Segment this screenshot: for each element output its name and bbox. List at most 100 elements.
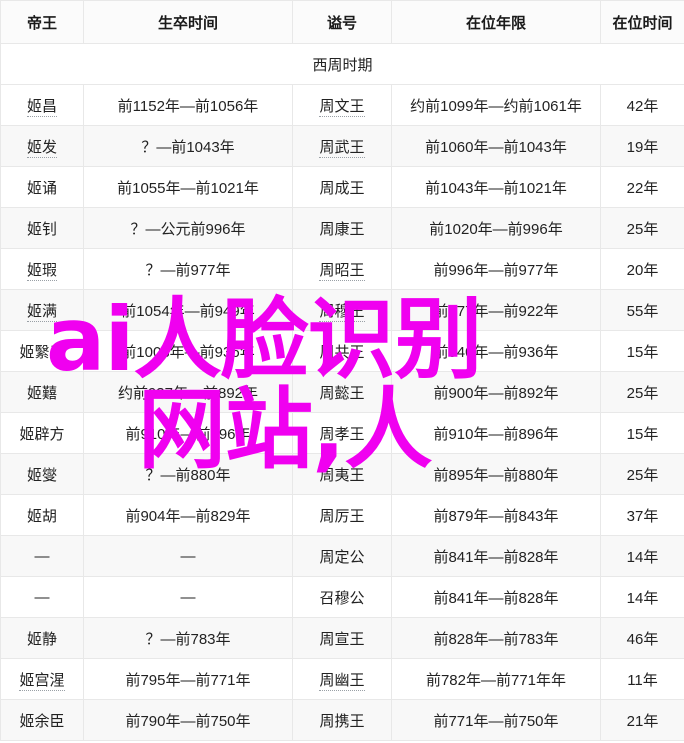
cell-lifespan: ？—前880年 — [83, 453, 293, 495]
cell-emperor-name: 姬燮 — [0, 453, 84, 495]
table-row: 姬诵 前1055年—前1021年 周成王 前1043年—前1021年 22年 — [0, 166, 684, 208]
table-row: 姬余臣 前790年—前750年 周携王 前771年—前750年 21年 — [0, 699, 684, 741]
cell-reign-period: 约前1099年—约前1061年 — [391, 84, 601, 126]
cell-emperor-name-link[interactable]: 姬发 — [26, 138, 57, 158]
cell-reign-duration: 25年 — [600, 371, 684, 413]
cell-lifespan: ？—前1043年 — [83, 125, 293, 167]
cell-posthumous-name: 周厉王 — [292, 494, 392, 536]
cell-emperor-name: — — [0, 535, 84, 577]
cell-reign-duration: 11年 — [600, 658, 684, 700]
cell-reign-period: 前1043年—前1021年 — [391, 166, 601, 208]
table-body: 西周时期 姬昌 前1152年—前1056年 周文王 约前1099年—约前1061年 42年… — [0, 43, 684, 741]
cell-posthumous-name: 周成王 — [292, 166, 392, 208]
cell-posthumous-name: 周夷王 — [292, 453, 392, 495]
cell-lifespan: ？—前977年 — [83, 248, 293, 290]
cell-reign-duration: 25年 — [600, 453, 684, 495]
table-row: 姬静 ？—前783年 周宣王 前828年—前783年 46年 — [0, 617, 684, 659]
table-row: 姬繄扈 前1003年—前936年 周共王 前940年—前936年 15年 — [0, 330, 684, 372]
cell-reign-period: 前1060年—前1043年 — [391, 125, 601, 167]
cell-reign-period: 前900年—前892年 — [391, 371, 601, 413]
cell-emperor-name[interactable]: 姬昌 — [0, 84, 84, 126]
cell-reign-duration: 37年 — [600, 494, 684, 536]
cell-posthumous-name: 周孝王 — [292, 412, 392, 454]
table-header-row: 帝王 生卒时间 谥号 在位年限 在位时间 — [0, 0, 684, 44]
cell-posthumous-name: 周懿王 — [292, 371, 392, 413]
cell-emperor-name: 姬胡 — [0, 494, 84, 536]
cell-posthumous-name: 周共王 — [292, 330, 392, 372]
emperor-table-container: 帝王 生卒时间 谥号 在位年限 在位时间 西周时期姬昌 前1152年—前1056年… — [0, 0, 684, 743]
cell-lifespan: 前1003年—前936年 — [83, 330, 293, 372]
cell-posthumous-name-link[interactable]: 周武王 — [319, 138, 365, 158]
cell-posthumous-name: 周携王 — [292, 699, 392, 741]
cell-lifespan: — — [83, 535, 293, 577]
cell-reign-period: 前828年—前783年 — [391, 617, 601, 659]
zhou-dynasty-emperor-table: 帝王 生卒时间 谥号 在位年限 在位时间 西周时期姬昌 前1152年—前1056年… — [0, 0, 684, 741]
cell-reign-duration: 46年 — [600, 617, 684, 659]
cell-emperor-name: 姬囏 — [0, 371, 84, 413]
cell-reign-duration: 14年 — [600, 535, 684, 577]
cell-posthumous-name-link[interactable]: 周文王 — [319, 97, 365, 117]
cell-reign-period: 前895年—前880年 — [391, 453, 601, 495]
cell-lifespan: 前795年—前771年 — [83, 658, 293, 700]
cell-reign-period: 前841年—前828年 — [391, 576, 601, 618]
cell-emperor-name-link[interactable]: 姬宫湦 — [19, 671, 65, 691]
table-row: 姬发 ？—前1043年 周武王 前1060年—前1043年 19年 — [0, 125, 684, 167]
cell-emperor-name[interactable]: 姬满 — [0, 289, 84, 331]
table-row: — — 召穆公 前841年—前828年 14年 — [0, 576, 684, 618]
cell-reign-duration: 21年 — [600, 699, 684, 741]
cell-lifespan: ？—前783年 — [83, 617, 293, 659]
cell-posthumous-name-link[interactable]: 周昭王 — [319, 261, 365, 281]
cell-posthumous-name: 周定公 — [292, 535, 392, 577]
cell-posthumous-name[interactable]: 周武王 — [292, 125, 392, 167]
cell-reign-period: 前910年—前896年 — [391, 412, 601, 454]
cell-emperor-name-link[interactable]: 姬瑕 — [26, 261, 57, 281]
cell-posthumous-name[interactable]: 周文王 — [292, 84, 392, 126]
cell-emperor-name: 姬静 — [0, 617, 84, 659]
cell-lifespan: 前904年—前829年 — [83, 494, 293, 536]
table-row: 姬胡 前904年—前829年 周厉王 前879年—前843年 37年 — [0, 494, 684, 536]
cell-emperor-name[interactable]: 姬瑕 — [0, 248, 84, 290]
cell-reign-duration: 25年 — [600, 207, 684, 249]
cell-posthumous-name-link[interactable]: 周穆王 — [319, 302, 365, 322]
table-section-title: 西周时期 — [0, 43, 684, 85]
cell-emperor-name[interactable]: 姬发 — [0, 125, 84, 167]
cell-emperor-name: 姬诵 — [0, 166, 84, 208]
cell-lifespan: 前1054年—前949年 — [83, 289, 293, 331]
cell-reign-period: 前977年—前922年 — [391, 289, 601, 331]
cell-reign-period: 前1020年—前996年 — [391, 207, 601, 249]
table-row: — — 周定公 前841年—前828年 14年 — [0, 535, 684, 577]
table-row: 姬燮 ？—前880年 周夷王 前895年—前880年 25年 — [0, 453, 684, 495]
cell-reign-period: 前996年—前977年 — [391, 248, 601, 290]
cell-reign-duration: 15年 — [600, 412, 684, 454]
cell-emperor-name: 姬余臣 — [0, 699, 84, 741]
cell-reign-duration: 22年 — [600, 166, 684, 208]
cell-posthumous-name: 周宣王 — [292, 617, 392, 659]
cell-emperor-name: 姬钊 — [0, 207, 84, 249]
table-row: 姬钊 ？—公元前996年 周康王 前1020年—前996年 25年 — [0, 207, 684, 249]
cell-emperor-name[interactable]: 姬宫湦 — [0, 658, 84, 700]
cell-emperor-name-link[interactable]: 姬满 — [26, 302, 57, 322]
cell-reign-period: 前771年—前750年 — [391, 699, 601, 741]
cell-lifespan: 前1152年—前1056年 — [83, 84, 293, 126]
table-section-row: 西周时期 — [0, 43, 684, 85]
table-row: 姬满 前1054年—前949年 周穆王 前977年—前922年 55年 — [0, 289, 684, 331]
column-header-reign: 在位年限 — [391, 0, 601, 44]
table-row: 姬囏 约前937年—前892年 周懿王 前900年—前892年 25年 — [0, 371, 684, 413]
cell-emperor-name: — — [0, 576, 84, 618]
cell-reign-duration: 15年 — [600, 330, 684, 372]
cell-reign-duration: 55年 — [600, 289, 684, 331]
cell-emperor-name: 姬辟方 — [0, 412, 84, 454]
column-header-lifespan: 生卒时间 — [83, 0, 293, 44]
cell-posthumous-name-link[interactable]: 周幽王 — [319, 671, 365, 691]
cell-reign-period: 前940年—前936年 — [391, 330, 601, 372]
table-row: 姬宫湦 前795年—前771年 周幽王 前782年—前771年年 11年 — [0, 658, 684, 700]
cell-posthumous-name[interactable]: 周幽王 — [292, 658, 392, 700]
column-header-name: 帝王 — [0, 0, 84, 44]
cell-reign-period: 前782年—前771年年 — [391, 658, 601, 700]
table-header: 帝王 生卒时间 谥号 在位年限 在位时间 — [0, 0, 684, 44]
cell-lifespan: ？—公元前996年 — [83, 207, 293, 249]
cell-posthumous-name[interactable]: 周昭王 — [292, 248, 392, 290]
cell-lifespan: 前910年—前896年 — [83, 412, 293, 454]
cell-posthumous-name[interactable]: 周穆王 — [292, 289, 392, 331]
cell-emperor-name-link[interactable]: 姬昌 — [26, 97, 57, 117]
